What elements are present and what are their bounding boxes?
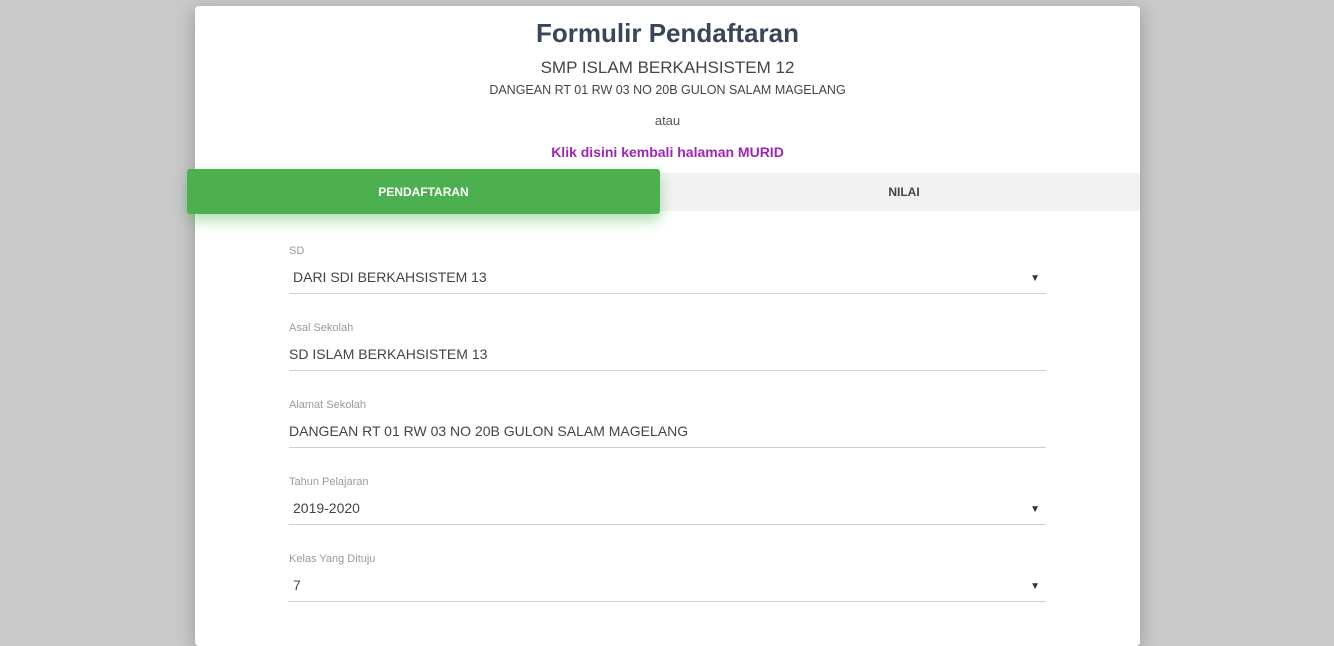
back-to-murid-link[interactable]: Klik disini kembali halaman MURID bbox=[195, 144, 1140, 160]
school-address: DANGEAN RT 01 RW 03 NO 20B GULON SALAM M… bbox=[489, 83, 846, 97]
asal-sekolah-input[interactable]: SD ISLAM BERKAHSISTEM 13 bbox=[289, 344, 1046, 371]
alamat-sekolah-label: Alamat Sekolah bbox=[289, 399, 367, 411]
sd-field: SD DARI SDI BERKAHSISTEM 13 ▼ bbox=[289, 244, 1046, 294]
asal-sekolah-value: SD ISLAM BERKAHSISTEM 13 bbox=[289, 346, 488, 362]
triangle-down-icon: ▼ bbox=[1030, 504, 1040, 515]
tahun-pelajaran-label: Tahun Pelajaran bbox=[289, 476, 369, 488]
asal-sekolah-field: Asal Sekolah SD ISLAM BERKAHSISTEM 13 bbox=[289, 321, 1046, 371]
alamat-sekolah-value: DANGEAN RT 01 RW 03 NO 20B GULON SALAM M… bbox=[289, 423, 689, 439]
kelas-field: Kelas Yang Dituju 7 ▼ bbox=[289, 552, 1046, 602]
tahun-pelajaran-field: Tahun Pelajaran 2019-2020 ▼ bbox=[289, 475, 1046, 525]
tahun-pelajaran-select[interactable]: 2019-2020 ▼ bbox=[289, 498, 1046, 525]
triangle-down-icon: ▼ bbox=[1030, 581, 1040, 592]
kelas-label: Kelas Yang Dituju bbox=[289, 553, 376, 565]
registration-card: Formulir Pendaftaran SMP ISLAM BERKAHSIS… bbox=[187, 6, 1140, 646]
asal-sekolah-label: Asal Sekolah bbox=[289, 322, 354, 334]
kelas-select[interactable]: 7 ▼ bbox=[289, 575, 1046, 602]
kelas-value: 7 bbox=[293, 577, 301, 593]
triangle-down-icon: ▼ bbox=[1030, 273, 1040, 284]
alamat-sekolah-field: Alamat Sekolah DANGEAN RT 01 RW 03 NO 20… bbox=[289, 398, 1046, 448]
alamat-sekolah-input[interactable]: DANGEAN RT 01 RW 03 NO 20B GULON SALAM M… bbox=[289, 421, 1046, 448]
sd-label: SD bbox=[289, 245, 305, 257]
separator-text: atau bbox=[654, 113, 681, 128]
school-name: SMP ISLAM BERKAHSISTEM 12 bbox=[540, 58, 795, 77]
tahun-pelajaran-value: 2019-2020 bbox=[293, 500, 360, 516]
page-title: Formulir Pendaftaran bbox=[536, 18, 799, 48]
sd-select-value: DARI SDI BERKAHSISTEM 13 bbox=[293, 269, 487, 285]
tab-nilai[interactable]: NILAI bbox=[668, 173, 1140, 211]
tab-pendaftaran[interactable]: PENDAFTARAN bbox=[187, 169, 660, 214]
sd-select[interactable]: DARI SDI BERKAHSISTEM 13 ▼ bbox=[289, 267, 1046, 294]
